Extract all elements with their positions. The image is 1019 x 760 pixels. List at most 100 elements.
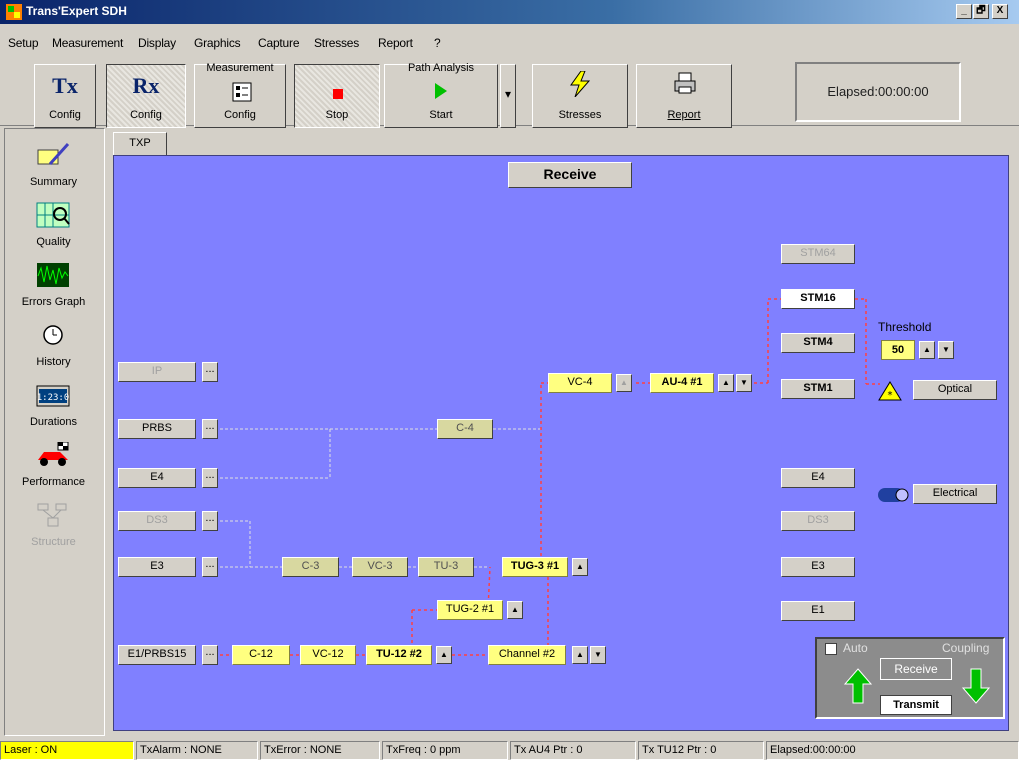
maximize-button[interactable]: 🗗 [973,4,989,19]
channel-up-arrow[interactable]: ▲ [572,646,588,664]
rx-config-label: Config [130,109,162,121]
threshold-input[interactable]: 50 [881,340,915,360]
durations-readout: 01:23:01 [36,393,70,403]
container-au4[interactable]: AU-4 #1 [650,373,714,393]
arrow-up-icon[interactable] [844,668,872,704]
measurement-top-label: Measurement [206,62,274,74]
signal-prbs[interactable]: PRBS [118,419,196,439]
container-tu3[interactable]: TU-3 [418,557,474,577]
signal-e4[interactable]: E4 [118,468,196,488]
e1-prbs15-options-button[interactable]: ... [202,645,218,665]
auto-label: Auto [843,641,868,655]
signal-stm16[interactable]: STM16 [781,289,855,309]
elapsed-display: Elapsed:00:00:00 [795,62,961,122]
container-tug2[interactable]: TUG-2 #1 [437,600,503,620]
status-elapsed: Elapsed:00:00:00 [766,741,1019,760]
report-label: Report [667,109,701,121]
sidebar-item-label: Errors Graph [21,296,86,308]
signal-e3[interactable]: E3 [118,557,196,577]
signal-stm64[interactable]: STM64 [781,244,855,264]
threshold-down-arrow[interactable]: ▼ [938,341,954,359]
start-dropdown-button[interactable]: ▾ [500,64,516,128]
sidebar-item-label: Structure [31,536,76,548]
coupling-transmit-button[interactable]: Transmit [880,695,952,715]
signal-stm1[interactable]: STM1 [781,379,855,399]
elapsed-text: Elapsed:00:00:00 [827,84,929,99]
status-tx-freq: TxFreq : 0 ppm [382,741,508,760]
container-vc4[interactable]: VC-4 [548,373,612,393]
container-vc3[interactable]: VC-3 [352,557,408,577]
signal-e3-out[interactable]: E3 [781,557,855,577]
play-icon [435,83,447,99]
signal-ip[interactable]: IP [118,362,196,382]
sidebar-item-history[interactable]: History [6,316,101,374]
status-tx-error: TxError : NONE [260,741,380,760]
channel-selector[interactable]: Channel #2 [488,645,566,665]
tx-config-button[interactable]: Tx Config [34,64,96,128]
container-c3[interactable]: C-3 [282,557,339,577]
stop-icon [333,89,343,99]
chevron-down-icon: ▾ [504,87,512,101]
measurement-config-icon [232,82,252,102]
summary-icon [37,142,70,166]
optical-interface-button[interactable]: Optical [913,380,997,400]
sidebar-item-summary[interactable]: Summary [6,136,101,194]
ip-options-button[interactable]: ... [202,362,218,382]
stop-label: Stop [325,109,349,121]
vc4-up-arrow[interactable]: ▲ [616,374,632,392]
tug3-up-arrow[interactable]: ▲ [572,558,588,576]
sidebar-item-errors-graph[interactable]: Errors Graph [6,256,101,314]
stresses-button[interactable]: Stresses [532,64,628,128]
tu12-up-arrow[interactable]: ▲ [436,646,452,664]
prbs-options-button[interactable]: ... [202,419,218,439]
stresses-label: Stresses [558,109,602,121]
tab-txp[interactable]: TXP [113,132,167,156]
sidebar-item-quality[interactable]: Quality [6,196,101,254]
minimize-button[interactable]: _ [956,4,972,19]
sidebar-item-label: Performance [22,476,85,488]
arrow-down-icon[interactable] [962,668,990,704]
report-button[interactable]: Report [636,64,732,128]
close-button[interactable]: X [992,4,1008,19]
quality-icon [36,202,70,228]
title-bar [0,0,1019,24]
race-car-icon [38,442,69,466]
au4-up-arrow[interactable]: ▲ [718,374,734,392]
sidebar-item-performance[interactable]: Performance [6,436,101,494]
app-icon [6,4,22,20]
stop-button[interactable]: Stop [294,64,380,128]
channel-down-arrow[interactable]: ▼ [590,646,606,664]
sidebar-item-label: Summary [29,176,78,188]
tx-icon: Tx [52,73,78,98]
auto-checkbox[interactable] [825,643,837,655]
threshold-up-arrow[interactable]: ▲ [919,341,935,359]
signal-stm4[interactable]: STM4 [781,333,855,353]
ds3-options-button[interactable]: ... [202,511,218,531]
measurement-config-button[interactable]: Measurement Config [194,62,286,128]
container-tug3[interactable]: TUG-3 #1 [502,557,568,577]
clock-icon [43,325,63,345]
e4-options-button[interactable]: ... [202,468,218,488]
signal-e4-out[interactable]: E4 [781,468,855,488]
container-vc12[interactable]: VC-12 [300,645,356,665]
signal-ds3[interactable]: DS3 [118,511,196,531]
sidebar-item-structure[interactable]: Structure [6,496,101,554]
status-laser: Laser : ON [0,741,134,760]
sidebar-item-label: Durations [29,416,78,428]
rx-config-button[interactable]: Rx Config [106,64,186,128]
signal-e1-out[interactable]: E1 [781,601,855,621]
sidebar-item-label: History [36,356,71,368]
coupling-receive-button[interactable]: Receive [880,658,952,680]
sidebar-item-durations[interactable]: 01:23:01 Durations [6,376,101,434]
tug2-up-arrow[interactable]: ▲ [507,601,523,619]
path-analysis-start-button[interactable]: Path Analysis Start [384,62,498,128]
container-tu12[interactable]: TU-12 #2 [366,645,432,665]
signal-ds3-out[interactable]: DS3 [781,511,855,531]
container-c12[interactable]: C-12 [232,645,290,665]
e3-options-button[interactable]: ... [202,557,218,577]
electrical-interface-button[interactable]: Electrical [913,484,997,504]
container-c4[interactable]: C-4 [437,419,493,439]
signal-e1-prbs15[interactable]: E1/PRBS15 [118,645,196,665]
au4-down-arrow[interactable]: ▼ [736,374,752,392]
diagram-title: Receive [508,162,632,188]
